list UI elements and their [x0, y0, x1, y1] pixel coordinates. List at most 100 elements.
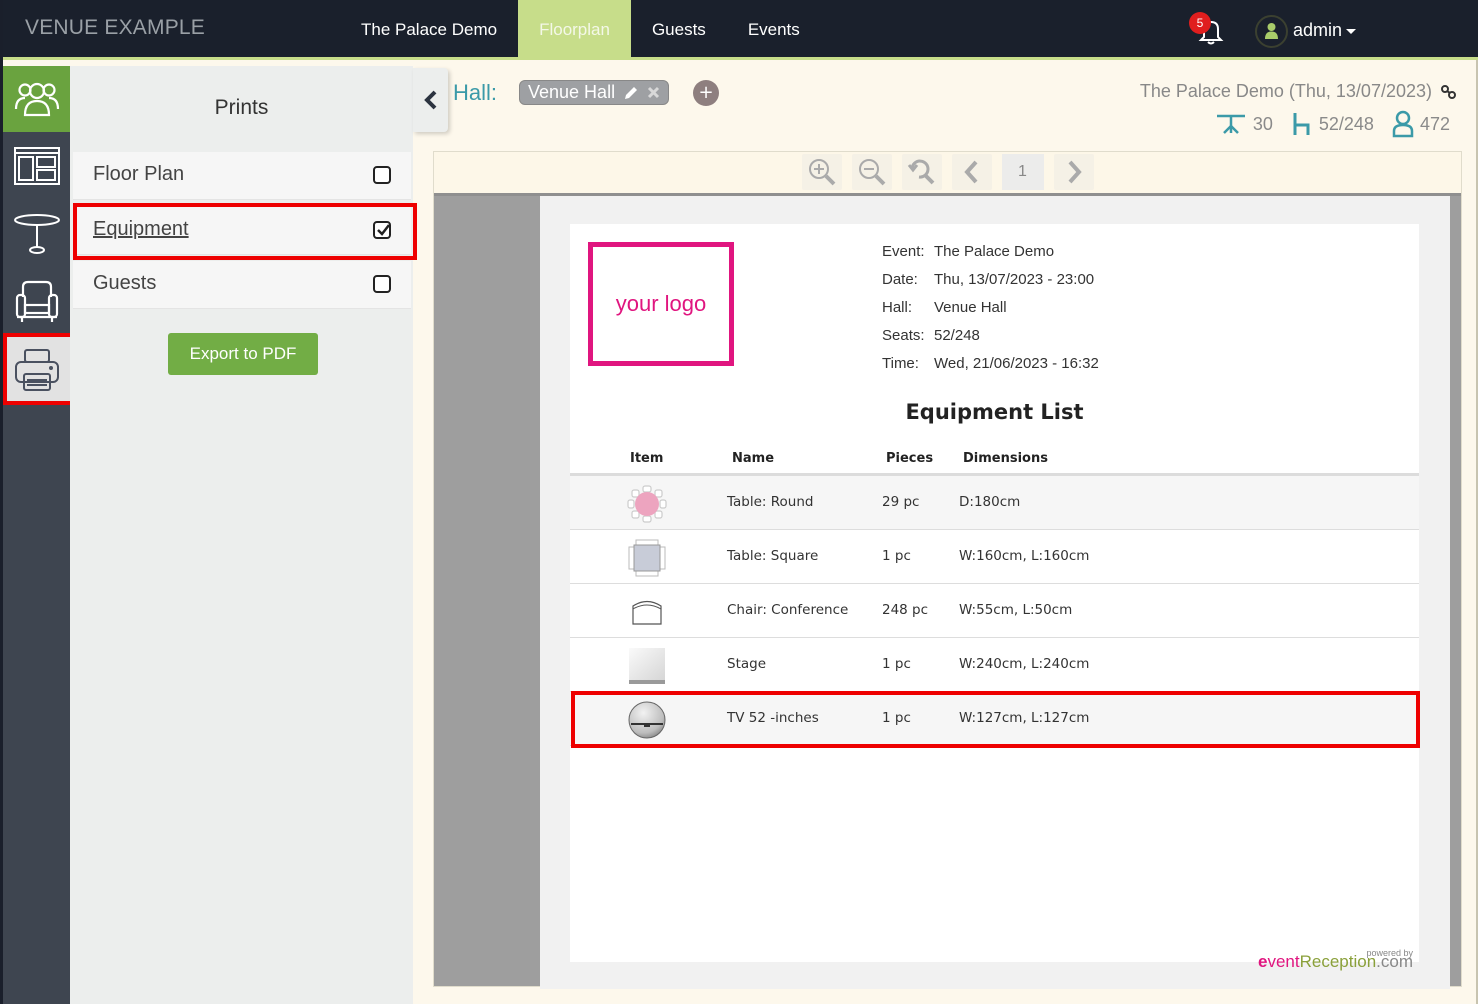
col-dimensions: Dimensions [963, 451, 1048, 466]
zoom-out-icon [858, 159, 885, 186]
powered-by-logo: powered by eventReception.com [1258, 948, 1413, 972]
stat-tables: 30 [1215, 113, 1273, 135]
app-root: VENUE EXAMPLE The Palace Demo Floorplan … [0, 0, 1478, 1004]
guest-count-icon [1392, 110, 1414, 138]
print-option-label: Equipment [93, 218, 189, 240]
print-option-guests[interactable]: Guests [73, 261, 411, 309]
stage-icon [627, 647, 667, 685]
prints-panel: Prints Floor Plan Equipment Guests Expor… [70, 66, 413, 1004]
logo-placeholder: your logo [588, 242, 734, 366]
guests-count: 472 [1419, 113, 1450, 134]
checkbox-checked[interactable] [373, 221, 391, 239]
nav-item-guests[interactable]: Guests [631, 0, 727, 60]
hall-name: Venue Hall [528, 82, 616, 102]
user-avatar[interactable] [1255, 15, 1288, 48]
rail-item-tables[interactable] [3, 200, 70, 268]
link-icon[interactable] [1440, 84, 1458, 104]
add-hall-button[interactable]: + [693, 80, 719, 106]
notification-badge: 5 [1189, 12, 1211, 34]
chevron-left-icon [423, 90, 436, 110]
nav-item-event[interactable]: The Palace Demo [340, 0, 518, 60]
zoom-out-button[interactable] [851, 154, 892, 190]
table-count-icon [1216, 114, 1245, 134]
sidebar-rail [3, 66, 70, 1004]
chevron-left-icon [963, 160, 977, 184]
user-menu[interactable]: admin [1293, 20, 1357, 41]
col-pieces: Pieces [886, 451, 934, 466]
chevron-right-icon [1068, 160, 1082, 184]
viewer-canvas[interactable]: your logo Event: The Palace Demo Date: Thu… [434, 193, 1461, 989]
user-icon [1265, 23, 1278, 39]
table-icon [13, 214, 60, 254]
rail-item-furniture[interactable] [3, 268, 70, 336]
meta-row: Time: Wed, 21/06/2023 - 16:32 [882, 355, 1099, 372]
viewer-toolbar: 1 [434, 152, 1461, 192]
collapse-panel-button[interactable] [413, 68, 448, 132]
user-name: admin [1293, 20, 1343, 40]
close-icon[interactable] [647, 86, 660, 99]
reset-zoom-icon [907, 159, 934, 185]
page-number[interactable]: 1 [1001, 154, 1044, 190]
seats-count: 52/248 [1318, 113, 1374, 134]
reset-zoom-button[interactable] [901, 154, 942, 190]
meta-row: Date: Thu, 13/07/2023 - 23:00 [882, 271, 1095, 288]
print-option-equipment[interactable]: Equipment [73, 207, 411, 255]
document-page: your logo Event: The Palace Demo Date: Thu… [570, 224, 1419, 971]
hall-chip[interactable]: Venue Hall [519, 80, 670, 105]
print-option-label: Floor Plan [93, 163, 185, 185]
chair-count-icon [1293, 113, 1310, 135]
export-to-pdf-button[interactable]: Export to PDF [168, 333, 318, 375]
hall-label: Hall: [453, 80, 498, 105]
prev-page-button[interactable] [951, 154, 992, 190]
table-row: Stage 1 pc W:240cm, L:240cm [570, 638, 1419, 692]
meta-row: Hall: Venue Hall [882, 299, 1007, 316]
rail-item-guests[interactable] [3, 66, 70, 132]
next-page-button[interactable] [1053, 154, 1094, 190]
meta-row: Seats: 52/248 [882, 327, 980, 344]
tv-icon [627, 701, 667, 739]
checkmark-icon [377, 224, 390, 236]
stat-guests: 472 [1392, 110, 1450, 138]
page-frame: your logo Event: The Palace Demo Date: Thu… [540, 196, 1450, 989]
pdf-viewer: 1 your logo Event: The Palace Demo Date: T… [433, 151, 1462, 989]
layout-icon [13, 147, 60, 185]
square-table-icon [627, 539, 667, 577]
table-row: TV 52 -inches 1 pc W:127cm, L:127cm [570, 692, 1419, 746]
armchair-icon [15, 280, 58, 322]
tables-count: 30 [1252, 113, 1273, 134]
brand-name: VENUE EXAMPLE [25, 16, 205, 39]
nav-item-events[interactable]: Events [727, 0, 821, 60]
printer-icon [14, 349, 59, 391]
table-row: Chair: Conference 248 pc W:55cm, L:50cm [570, 584, 1419, 638]
checkbox-unchecked[interactable] [373, 166, 391, 184]
pencil-icon[interactable] [623, 85, 639, 101]
print-option-label: Guests [93, 272, 157, 294]
table-row: Table: Round 29 pc D:180cm [570, 476, 1419, 530]
powered-by-text: powered by [1366, 948, 1413, 958]
rail-item-prints[interactable] [3, 336, 70, 404]
equipment-list-title: Equipment List [905, 400, 1084, 424]
users-icon [14, 82, 59, 117]
equipment-table: Item Name Pieces Dimensions Table: Round… [570, 446, 1419, 746]
col-item: Item [630, 451, 664, 466]
stat-seats: 52/248 [1291, 111, 1374, 137]
round-table-icon [627, 485, 667, 523]
conference-chair-icon [627, 593, 667, 631]
checkbox-unchecked[interactable] [373, 275, 391, 293]
document-meta: Event: The Palace Demo Date: Thu, 13/07/20… [882, 238, 1099, 378]
event-stats: 30 52/248 472 [1203, 110, 1450, 138]
table-row: Table: Square 1 pc W:160cm, L:160cm [570, 530, 1419, 584]
top-navbar: VENUE EXAMPLE The Palace Demo Floorplan … [3, 0, 1478, 60]
zoom-in-icon [808, 159, 835, 186]
nav-item-floorplan[interactable]: Floorplan [518, 0, 631, 60]
zoom-in-button[interactable] [801, 154, 842, 190]
print-option-floor-plan[interactable]: Floor Plan [73, 152, 411, 200]
col-name: Name [732, 451, 775, 466]
rail-item-layout[interactable] [3, 132, 70, 200]
event-title: The Palace Demo (Thu, 13/07/2023) [1139, 81, 1432, 101]
main-nav: The Palace Demo Floorplan Guests Events [340, 0, 821, 60]
caret-down-icon [1346, 28, 1357, 34]
panel-title: Prints [214, 96, 269, 119]
table-header: Item Name Pieces Dimensions [570, 446, 1419, 476]
meta-row: Event: The Palace Demo [882, 243, 1055, 260]
